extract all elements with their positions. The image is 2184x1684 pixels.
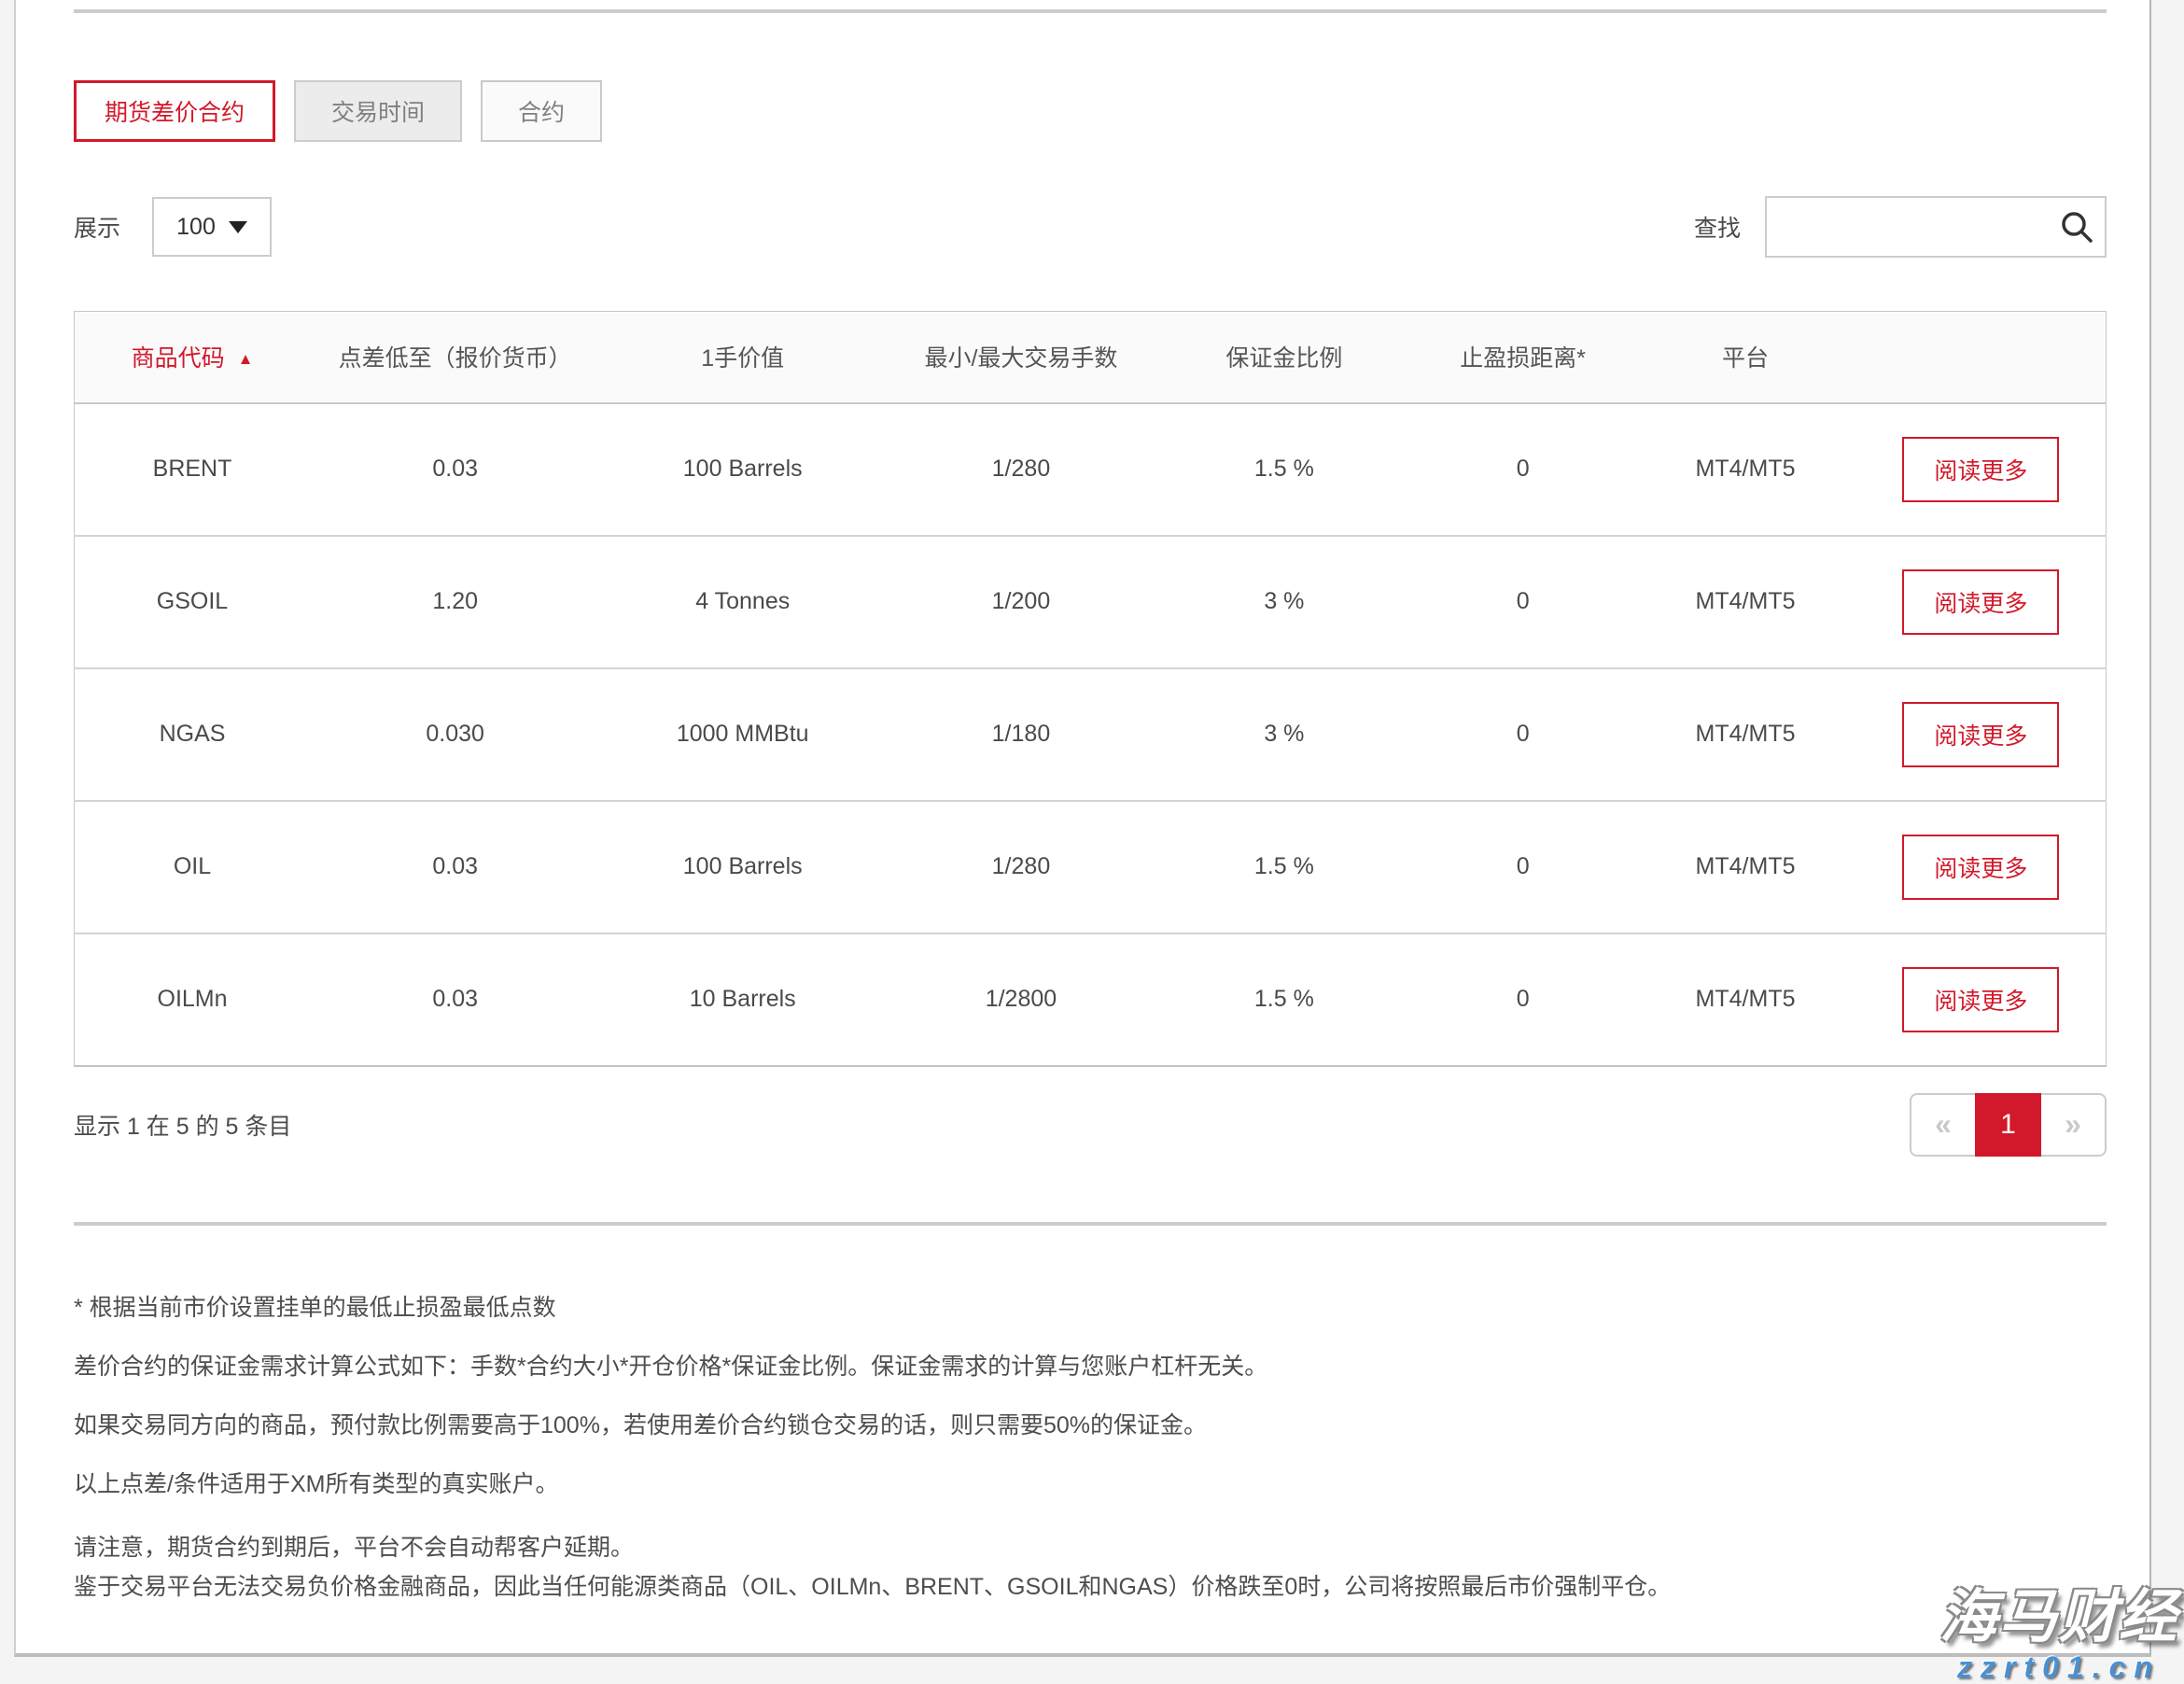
column-header-action (1856, 312, 2107, 403)
cell-spread: 1.20 (310, 536, 600, 668)
cell-min-max: 1/180 (885, 668, 1157, 801)
pagination-prev-button[interactable]: « (1910, 1093, 1975, 1157)
cell-symbol: GSOIL (75, 536, 311, 668)
cell-symbol: OIL (75, 801, 311, 933)
instruments-table: 商品代码 ▲ 点差低至（报价货币） 1手价值 最小/最大交易手数 保证金比例 止盈… (74, 311, 2107, 1067)
read-more-button[interactable]: 阅读更多 (1902, 437, 2059, 502)
tab-futures-cfd[interactable]: 期货差价合约 (74, 80, 275, 142)
cell-min-max: 1/280 (885, 801, 1157, 933)
table-footer: 显示 1 在 5 的 5 条目 « 1 » (74, 1093, 2107, 1157)
cell-margin: 1.5 % (1157, 801, 1411, 933)
cell-min-max: 1/200 (885, 536, 1157, 668)
cell-platform: MT4/MT5 (1634, 933, 1855, 1066)
tab-bar: 期货差价合约 交易时间 合约 (74, 80, 2107, 142)
cell-sl-tp: 0 (1411, 668, 1634, 801)
tab-contracts[interactable]: 合约 (481, 80, 602, 142)
table-row: GSOIL 1.20 4 Tonnes 1/200 3 % 0 MT4/MT5 … (75, 536, 2107, 668)
cell-lot-value: 100 Barrels (600, 403, 885, 536)
footnote-expiry: 请注意，期货合约到期后，平台不会自动帮客户延期。 (74, 1528, 2107, 1567)
footnotes: * 根据当前市价设置挂单的最低止损盈最低点数 差价合约的保证金需求计算公式如下：… (74, 1293, 2107, 1607)
cell-margin: 3 % (1157, 668, 1411, 801)
cell-spread: 0.03 (310, 933, 600, 1066)
show-label: 展示 (74, 210, 120, 244)
cell-sl-tp: 0 (1411, 801, 1634, 933)
cell-symbol: NGAS (75, 668, 311, 801)
section-divider (74, 1222, 2107, 1226)
cell-symbol: OILMn (75, 933, 311, 1066)
read-more-button[interactable]: 阅读更多 (1902, 569, 2059, 635)
table-row: NGAS 0.030 1000 MMBtu 1/180 3 % 0 MT4/MT… (75, 668, 2107, 801)
cell-spread: 0.03 (310, 801, 600, 933)
cell-lot-value: 100 Barrels (600, 801, 885, 933)
cell-platform: MT4/MT5 (1634, 668, 1855, 801)
sort-asc-icon: ▲ (238, 350, 254, 368)
read-more-button[interactable]: 阅读更多 (1902, 835, 2059, 900)
chevron-down-icon (229, 221, 247, 233)
cell-margin: 1.5 % (1157, 403, 1411, 536)
cell-lot-value: 1000 MMBtu (600, 668, 885, 801)
footnote-accounts: 以上点差/条件适用于XM所有类型的真实账户。 (74, 1469, 2107, 1499)
cell-symbol: BRENT (75, 403, 311, 536)
column-header-margin[interactable]: 保证金比例 (1157, 312, 1411, 403)
cell-platform: MT4/MT5 (1634, 536, 1855, 668)
cell-lot-value: 10 Barrels (600, 933, 885, 1066)
table-row: OILMn 0.03 10 Barrels 1/2800 1.5 % 0 MT4… (75, 933, 2107, 1066)
cell-sl-tp: 0 (1411, 536, 1634, 668)
table-row: OIL 0.03 100 Barrels 1/280 1.5 % 0 MT4/M… (75, 801, 2107, 933)
cell-platform: MT4/MT5 (1634, 801, 1855, 933)
column-header-platform[interactable]: 平台 (1634, 312, 1855, 403)
column-header-symbol[interactable]: 商品代码 ▲ (75, 312, 311, 403)
column-header-symbol-label: 商品代码 (132, 345, 225, 372)
entries-summary: 显示 1 在 5 的 5 条目 (74, 1108, 291, 1142)
content-panel: 期货差价合约 交易时间 合约 展示 100 查找 (14, 0, 2151, 1657)
pagination-next-button[interactable]: » (2041, 1093, 2107, 1157)
read-more-button[interactable]: 阅读更多 (1902, 967, 2059, 1032)
footnote-expiry-group: 请注意，期货合约到期后，平台不会自动帮客户延期。 鉴于交易平台无法交易负价格金融… (74, 1528, 2107, 1607)
top-divider (74, 9, 2107, 13)
column-header-spread[interactable]: 点差低至（报价货币） (310, 312, 600, 403)
column-header-min-max-lots[interactable]: 最小/最大交易手数 (885, 312, 1157, 403)
cell-min-max: 1/2800 (885, 933, 1157, 1066)
cell-spread: 0.030 (310, 668, 600, 801)
tab-trading-hours[interactable]: 交易时间 (294, 80, 462, 142)
cell-min-max: 1/280 (885, 403, 1157, 536)
page-size-value: 100 (176, 214, 216, 241)
search-input[interactable] (1765, 196, 2107, 258)
table-controls: 展示 100 查找 (74, 196, 2107, 258)
footnote-margin-formula: 差价合约的保证金需求计算公式如下：手数*合约大小*开仓价格*保证金比例。保证金需… (74, 1352, 2107, 1382)
footnote-sl-tp: * 根据当前市价设置挂单的最低止损盈最低点数 (74, 1293, 2107, 1323)
table-row: BRENT 0.03 100 Barrels 1/280 1.5 % 0 MT4… (75, 403, 2107, 536)
cell-margin: 1.5 % (1157, 933, 1411, 1066)
column-header-sl-tp[interactable]: 止盈损距离* (1411, 312, 1634, 403)
cell-platform: MT4/MT5 (1634, 403, 1855, 536)
page-size-select[interactable]: 100 (152, 197, 272, 257)
search-label: 查找 (1694, 210, 1741, 244)
pagination-page-1[interactable]: 1 (1975, 1093, 2041, 1157)
footnote-negative-prices: 鉴于交易平台无法交易负价格金融商品，因此当任何能源类商品（OIL、OILMn、B… (74, 1567, 2107, 1607)
cell-margin: 3 % (1157, 536, 1411, 668)
cell-lot-value: 4 Tonnes (600, 536, 885, 668)
column-header-lot-value[interactable]: 1手价值 (600, 312, 885, 403)
cell-sl-tp: 0 (1411, 933, 1634, 1066)
footnote-hedged: 如果交易同方向的商品，预付款比例需要高于100%，若使用差价合约锁仓交易的话，则… (74, 1410, 2107, 1440)
search-icon (2060, 210, 2093, 244)
pagination: « 1 » (1910, 1093, 2107, 1157)
read-more-button[interactable]: 阅读更多 (1902, 702, 2059, 767)
cell-spread: 0.03 (310, 403, 600, 536)
cell-sl-tp: 0 (1411, 403, 1634, 536)
table-header-row: 商品代码 ▲ 点差低至（报价货币） 1手价值 最小/最大交易手数 保证金比例 止盈… (75, 312, 2107, 403)
